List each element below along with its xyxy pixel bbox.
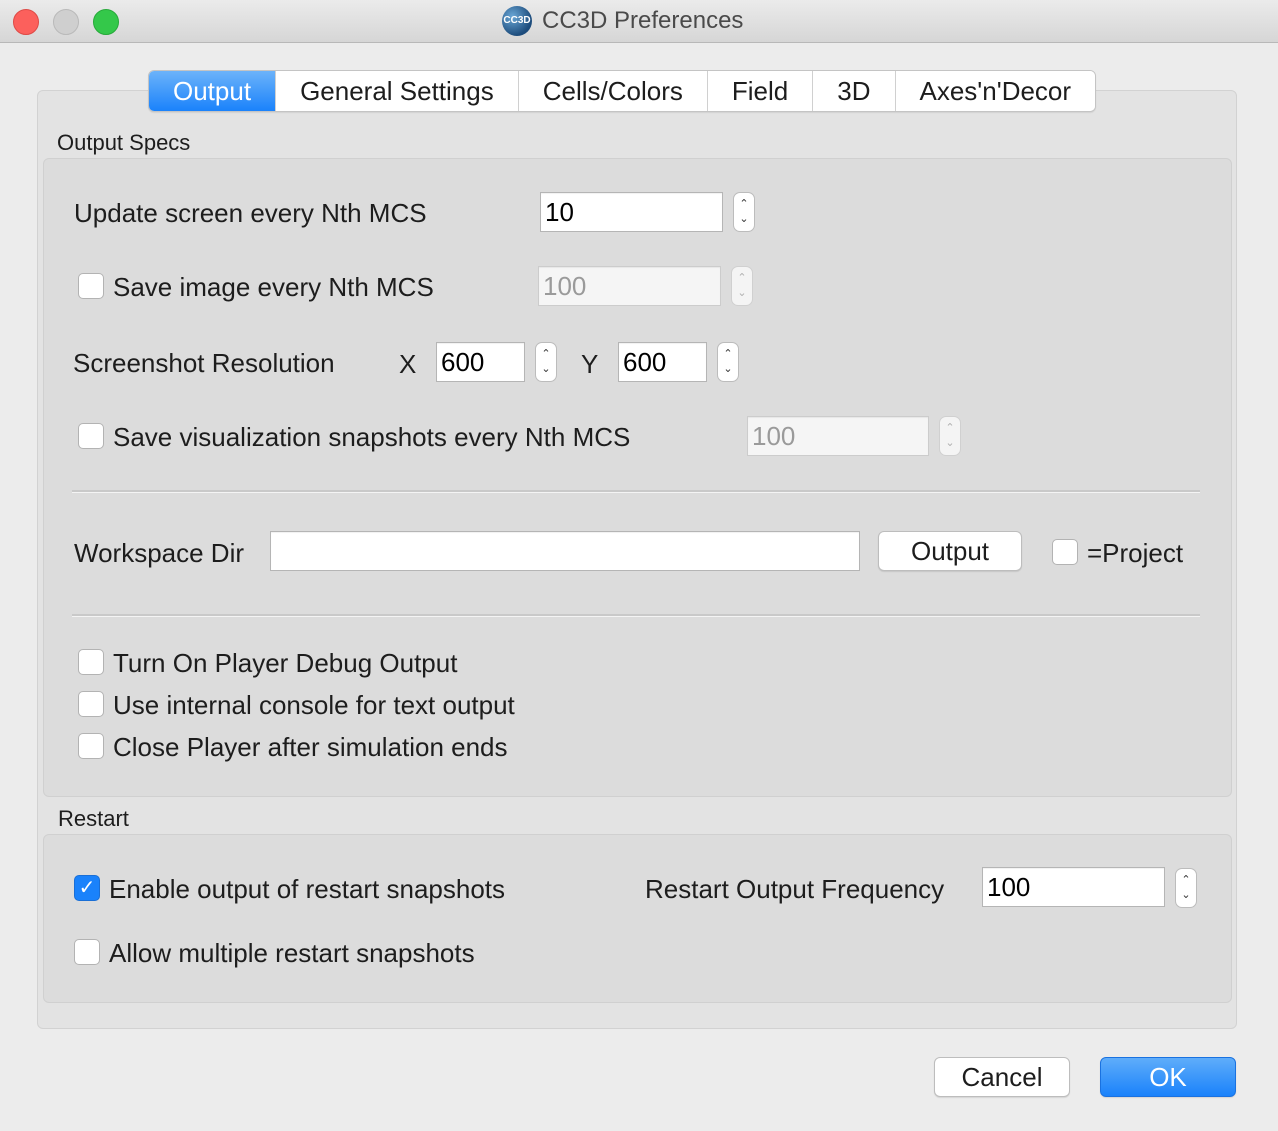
tab-output[interactable]: Output [149, 71, 277, 111]
save-snapshots-input[interactable]: 100 [747, 416, 929, 456]
restart-frequency-label: Restart Output Frequency [645, 874, 945, 904]
cancel-button[interactable]: Cancel [934, 1057, 1070, 1097]
restart-frequency-stepper[interactable]: ⌃ ⌄ [1175, 868, 1197, 908]
allow-multiple-label: Allow multiple restart snapshots [109, 938, 475, 968]
save-snapshots-checkbox[interactable] [78, 423, 104, 449]
output-dir-button[interactable]: Output [878, 531, 1022, 571]
resolution-y-input[interactable]: 600 [618, 342, 707, 382]
tab-bar: Output General Settings Cells/Colors Fie… [148, 70, 1097, 112]
save-image-label: Save image every Nth MCS [113, 272, 434, 302]
screenshot-resolution-label: Screenshot Resolution [73, 348, 335, 378]
save-image-stepper[interactable]: ⌃ ⌄ [731, 266, 753, 306]
update-screen-label: Update screen every Nth MCS [74, 198, 427, 228]
restart-group [43, 834, 1232, 1003]
update-screen-stepper[interactable]: ⌃ ⌄ [733, 192, 755, 232]
close-window-button[interactable] [13, 9, 39, 35]
app-logo-icon: CC3D [502, 6, 532, 36]
output-specs-title: Output Specs [57, 130, 191, 155]
internal-console-label: Use internal console for text output [113, 690, 515, 720]
tab-field[interactable]: Field [707, 71, 814, 111]
close-player-checkbox[interactable] [78, 733, 104, 759]
resolution-y-stepper[interactable]: ⌃ ⌄ [717, 342, 739, 382]
allow-multiple-checkbox[interactable] [74, 939, 100, 965]
save-snapshots-stepper[interactable]: ⌃ ⌄ [939, 416, 961, 456]
save-image-input[interactable]: 100 [538, 266, 721, 306]
update-screen-input[interactable]: 10 [540, 192, 723, 232]
close-player-label: Close Player after simulation ends [113, 732, 508, 762]
restart-frequency-input[interactable]: 100 [982, 867, 1165, 907]
project-label: =Project [1087, 538, 1184, 568]
resolution-x-stepper[interactable]: ⌃ ⌄ [535, 342, 557, 382]
zoom-window-button[interactable] [93, 9, 119, 35]
workspace-dir-label: Workspace Dir [74, 538, 245, 568]
enable-restart-label: Enable output of restart snapshots [109, 874, 506, 904]
divider [72, 614, 1200, 617]
divider [72, 490, 1200, 493]
tab-3d[interactable]: 3D [813, 71, 896, 111]
internal-console-checkbox[interactable] [78, 691, 104, 717]
restart-title: Restart [58, 806, 129, 831]
save-snapshots-label: Save visualization snapshots every Nth M… [113, 422, 631, 452]
debug-output-label: Turn On Player Debug Output [113, 648, 458, 678]
project-checkbox[interactable] [1052, 539, 1078, 565]
window-title: CC3D Preferences [542, 7, 744, 34]
resolution-y-label: Y [581, 349, 599, 379]
tab-general-settings[interactable]: General Settings [276, 71, 519, 111]
workspace-dir-input[interactable] [270, 531, 860, 571]
resolution-x-input[interactable]: 600 [436, 342, 525, 382]
minimize-window-button[interactable] [53, 9, 79, 35]
enable-restart-checkbox[interactable]: ✓ [74, 875, 100, 901]
tab-cells-colors[interactable]: Cells/Colors [518, 71, 708, 111]
resolution-x-label: X [399, 349, 417, 379]
debug-output-checkbox[interactable] [78, 649, 104, 675]
title-bar: CC3D CC3D Preferences [0, 0, 1278, 43]
save-image-checkbox[interactable] [78, 273, 104, 299]
tab-axes-decor[interactable]: Axes'n'Decor [895, 71, 1096, 111]
ok-button[interactable]: OK [1100, 1057, 1236, 1097]
